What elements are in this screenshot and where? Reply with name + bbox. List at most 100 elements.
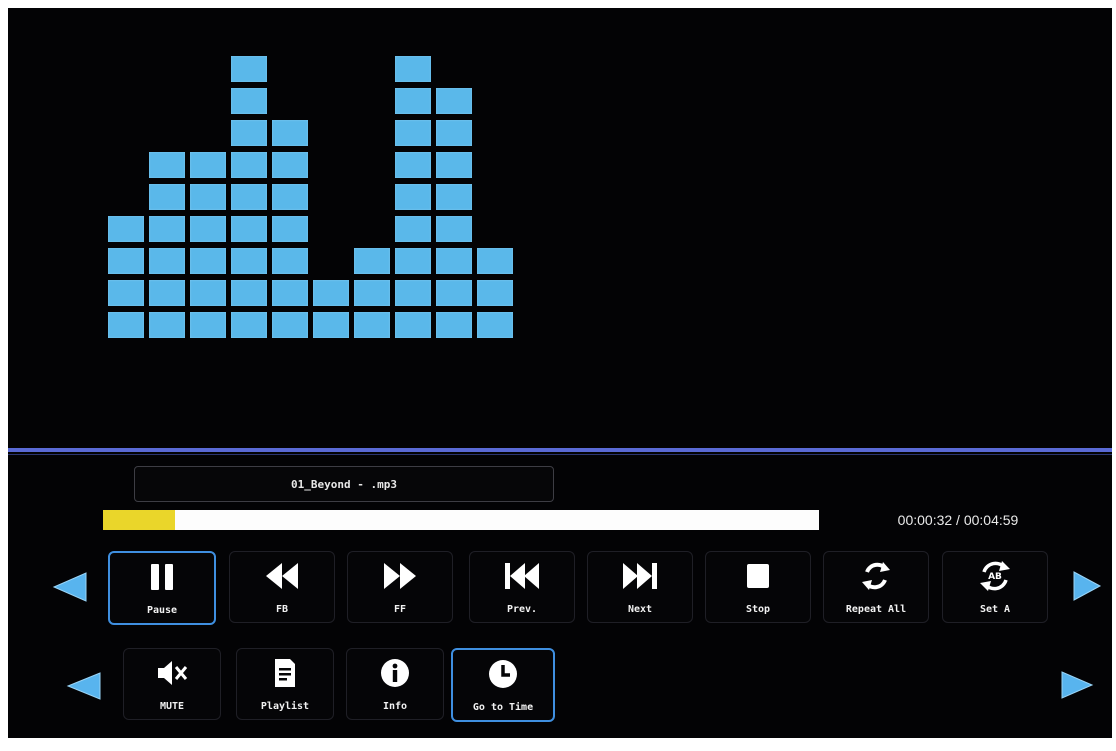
equalizer-segment <box>190 216 226 242</box>
equalizer-segment <box>272 280 308 306</box>
equalizer-segment <box>354 280 390 306</box>
fast-forward-button[interactable]: FF <box>347 551 453 623</box>
media-player-screen: 01_Beyond - .mp3 00:00:32 / 00:04:59 Pau… <box>8 8 1112 738</box>
set-a-label: Set A <box>979 604 1011 615</box>
equalizer-segment <box>149 152 185 178</box>
progress-fill <box>103 510 175 530</box>
equalizer-bar <box>313 50 349 338</box>
equalizer-visualizer <box>8 8 1112 448</box>
equalizer-segment <box>272 248 308 274</box>
svg-text:AB: AB <box>988 572 1002 582</box>
equalizer-bar <box>149 50 185 338</box>
ab-repeat-icon: AB <box>943 558 1047 594</box>
skip-next-icon <box>588 558 692 594</box>
equalizer-segment <box>477 280 513 306</box>
equalizer-segment <box>149 280 185 306</box>
equalizer-segment <box>436 280 472 306</box>
equalizer-segment <box>395 216 431 242</box>
equalizer-segment <box>149 248 185 274</box>
equalizer-bar <box>231 50 267 338</box>
equalizer-segment <box>231 56 267 82</box>
equalizer-segment <box>108 216 144 242</box>
equalizer-segment <box>272 312 308 338</box>
equalizer-segment <box>149 216 185 242</box>
info-button[interactable]: Info <box>346 648 444 720</box>
fast-backward-icon <box>230 558 334 594</box>
equalizer-segment <box>395 56 431 82</box>
equalizer-bar <box>108 50 144 338</box>
equalizer-bar <box>354 50 390 338</box>
row1-scroll-left-arrow[interactable] <box>52 571 88 603</box>
playlist-button[interactable]: Playlist <box>236 648 334 720</box>
equalizer-segment <box>272 216 308 242</box>
equalizer-segment <box>231 216 267 242</box>
equalizer-segment <box>436 120 472 146</box>
pause-icon <box>110 559 214 595</box>
playlist-icon <box>237 655 333 691</box>
stop-label: Stop <box>745 604 771 615</box>
equalizer-segment <box>477 312 513 338</box>
equalizer-segment <box>354 248 390 274</box>
stop-button[interactable]: Stop <box>705 551 811 623</box>
equalizer-segment <box>149 312 185 338</box>
equalizer-segment <box>231 248 267 274</box>
equalizer-segment <box>436 216 472 242</box>
mute-label: MUTE <box>159 701 185 712</box>
equalizer-segment <box>231 152 267 178</box>
info-icon <box>347 655 443 691</box>
equalizer-bar <box>272 50 308 338</box>
pause-button[interactable]: Pause <box>108 551 216 625</box>
go-to-time-label: Go to Time <box>472 702 534 713</box>
equalizer-bar <box>477 50 513 338</box>
info-label: Info <box>382 701 408 712</box>
previous-track-button[interactable]: Prev. <box>469 551 575 623</box>
stop-icon <box>706 558 810 594</box>
equalizer-segment <box>395 88 431 114</box>
track-filename: 01_Beyond - .mp3 <box>134 466 554 502</box>
equalizer-segment <box>272 152 308 178</box>
go-to-time-button[interactable]: Go to Time <box>451 648 555 722</box>
fast-forward-label: FF <box>393 604 407 615</box>
equalizer-segment <box>190 280 226 306</box>
equalizer-segment <box>395 120 431 146</box>
previous-track-label: Prev. <box>506 604 538 615</box>
equalizer-segment <box>272 184 308 210</box>
divider-line-shadow <box>8 454 1112 455</box>
equalizer-segment <box>436 184 472 210</box>
equalizer-segment <box>354 312 390 338</box>
equalizer-segment <box>436 312 472 338</box>
playlist-label: Playlist <box>260 701 310 712</box>
skip-previous-icon <box>470 558 574 594</box>
equalizer-segment <box>395 312 431 338</box>
fast-backward-label: FB <box>275 604 289 615</box>
progress-bar[interactable] <box>103 510 819 530</box>
equalizer-segment <box>313 280 349 306</box>
equalizer-segment <box>436 152 472 178</box>
equalizer-segment <box>231 280 267 306</box>
fast-forward-icon <box>348 558 452 594</box>
equalizer-segment <box>190 184 226 210</box>
pause-label: Pause <box>146 605 178 616</box>
equalizer-segment <box>108 280 144 306</box>
next-track-label: Next <box>627 604 653 615</box>
equalizer-segment <box>395 184 431 210</box>
equalizer-segment <box>149 184 185 210</box>
next-track-button[interactable]: Next <box>587 551 693 623</box>
set-a-button[interactable]: AB Set A <box>942 551 1048 623</box>
repeat-all-button[interactable]: Repeat All <box>823 551 929 623</box>
mute-button[interactable]: MUTE <box>123 648 221 720</box>
row2-scroll-right-arrow[interactable] <box>1060 670 1094 700</box>
row1-scroll-right-arrow[interactable] <box>1072 570 1102 602</box>
equalizer-segment <box>395 152 431 178</box>
fast-backward-button[interactable]: FB <box>229 551 335 623</box>
repeat-icon <box>824 558 928 594</box>
equalizer-segment <box>190 248 226 274</box>
mute-icon <box>124 655 220 691</box>
row2-scroll-left-arrow[interactable] <box>66 671 102 701</box>
equalizer-segment <box>108 312 144 338</box>
time-display: 00:00:32 / 00:04:59 <box>897 512 1019 528</box>
repeat-all-label: Repeat All <box>845 604 907 615</box>
equalizer-bar <box>395 50 431 338</box>
equalizer-segment <box>436 88 472 114</box>
equalizer-segment <box>395 248 431 274</box>
